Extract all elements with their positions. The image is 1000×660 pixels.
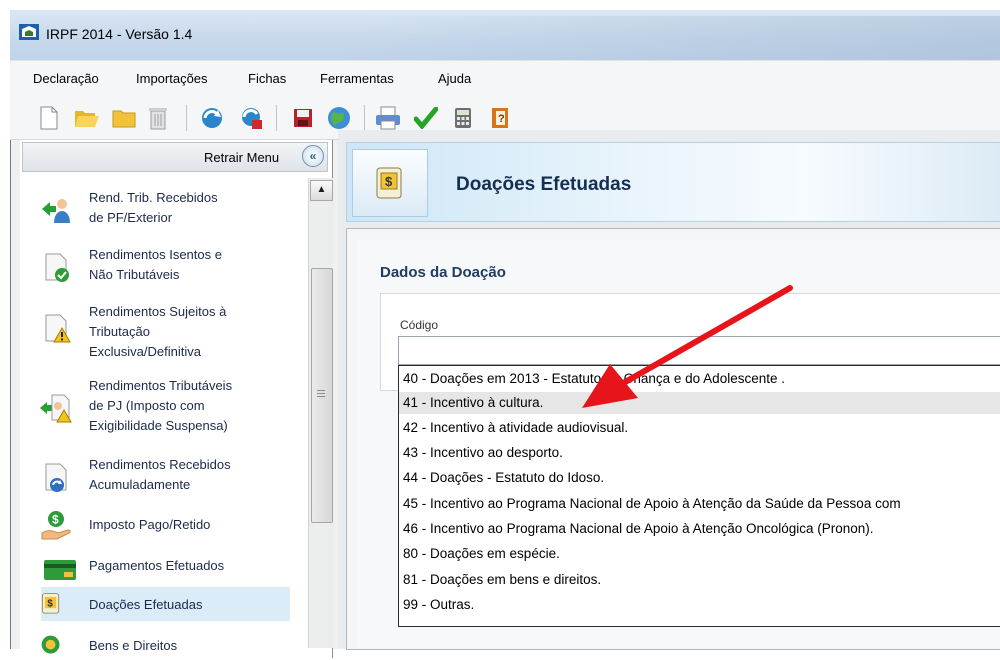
toolbar-separator [276,105,277,131]
page-title: Doações Efetuadas [456,174,632,195]
folder-icon[interactable] [111,105,137,131]
doc-warning-icon [45,314,71,343]
collapse-chevron-icon[interactable]: « [302,145,324,167]
doc-refresh-icon [45,463,67,492]
calculator-icon[interactable] [450,105,476,131]
globe-icon[interactable] [326,105,352,131]
toolbar-separator [364,105,365,131]
nav-line: de PF/Exterior [89,210,173,225]
doc-check-icon [45,253,69,282]
sidebar-item-label: Imposto Pago/Retido [89,517,211,532]
nav-line: Rendimentos Tributáveis [89,378,233,393]
coin-icon [41,635,60,654]
menu-ajuda[interactable]: Ajuda [438,71,471,86]
sidebar-item-label: Pagamentos Efetuados [89,558,225,573]
check-icon[interactable] [413,105,439,131]
retract-menu-bar [22,142,328,172]
nav-line: de PJ (Imposto com [89,398,205,413]
nav-line: Exclusiva/Definitiva [89,344,201,359]
print-icon[interactable] [375,105,401,131]
grip-line [317,396,325,397]
nav-line: Rendimentos Isentos e [89,247,222,262]
dropdown-option[interactable]: 81 - Doações em bens e direitos. [399,569,1000,591]
sidebar-item-label: Doações Efetuadas [89,597,203,612]
person-arrow-icon [42,199,70,223]
scroll-up-arrow-icon[interactable]: ▲ [310,180,333,201]
toolbar-separator [186,105,187,131]
grip-line [317,393,325,394]
open-folder-icon[interactable] [74,105,100,131]
retract-menu-label[interactable]: Retrair Menu [204,150,279,165]
dropdown-option[interactable]: 44 - Doações - Estatuto do Idoso. [399,467,1000,489]
svg-text:?: ? [498,113,505,125]
dropdown-option[interactable]: 42 - Incentivo à atividade audiovisual. [399,417,1000,439]
dropdown-option[interactable]: 80 - Doações em espécie. [399,543,1000,565]
sidebar-item-label: Bens e Direitos [89,638,178,653]
header-icon-box: $ [352,149,428,217]
new-document-icon[interactable] [36,105,62,131]
nav-line: Rendimentos Recebidos [89,457,231,472]
receive-icon[interactable] [238,105,264,131]
coin-hand-icon: $ [41,511,71,540]
menu-ferramentas[interactable]: Ferramentas [320,71,394,86]
nav-line: Rendimentos Sujeitos à [89,304,227,319]
menu-declaracao[interactable]: Declaração [33,71,99,86]
sidebar-item-label: Rendimentos Isentos e Não Tributáveis [89,245,222,285]
sidebar-item-label: Rendimentos Sujeitos à Tributação Exclus… [89,302,226,362]
save-icon[interactable] [290,105,316,131]
svg-text:$: $ [47,599,53,610]
nav-line: Tributação [89,324,150,339]
dropdown-option[interactable]: 43 - Incentivo ao desporto. [399,442,1000,464]
svg-text:$: $ [385,174,393,189]
trash-icon[interactable] [145,105,171,131]
nav-line: Não Tributáveis [89,267,180,282]
nav-line: Rend. Trib. Recebidos [89,190,218,205]
menu-fichas[interactable]: Fichas [248,71,286,86]
menu-importacoes[interactable]: Importações [136,71,208,86]
grip-line [317,390,325,391]
nav-line: Acumuladamente [89,477,191,492]
dropdown-option[interactable]: 45 - Incentivo ao Programa Nacional de A… [399,493,1000,515]
sidebar-item-label: Rendimentos Tributáveis de PJ (Imposto c… [89,376,232,436]
dropdown-option[interactable]: 99 - Outras. [399,594,1000,616]
svg-text:$: $ [52,513,59,527]
sidebar-item-label: Rend. Trib. Recebidos de PF/Exterior [89,188,218,228]
person-warning-icon [40,394,72,423]
info-book-icon[interactable]: ? [487,105,513,131]
dropdown-option[interactable]: 46 - Incentivo ao Programa Nacional de A… [399,518,1000,540]
annotation-arrow-icon [582,285,793,408]
money-bag-icon: $ [42,593,60,614]
page-header [346,142,1000,222]
transmit-icon[interactable] [199,105,225,131]
nav-line: Exigibilidade Suspensa) [89,418,228,433]
credit-card-icon [44,560,76,580]
sidebar-item-label: Rendimentos Recebidos Acumuladamente [89,455,231,495]
title-bar-blur [340,16,1000,60]
money-bag-icon: $ [376,167,402,199]
code-label: Código [400,318,439,332]
window-title: IRPF 2014 - Versão 1.4 [46,26,193,42]
section-title: Dados da Doação [380,264,506,281]
receita-federal-icon [19,24,39,40]
